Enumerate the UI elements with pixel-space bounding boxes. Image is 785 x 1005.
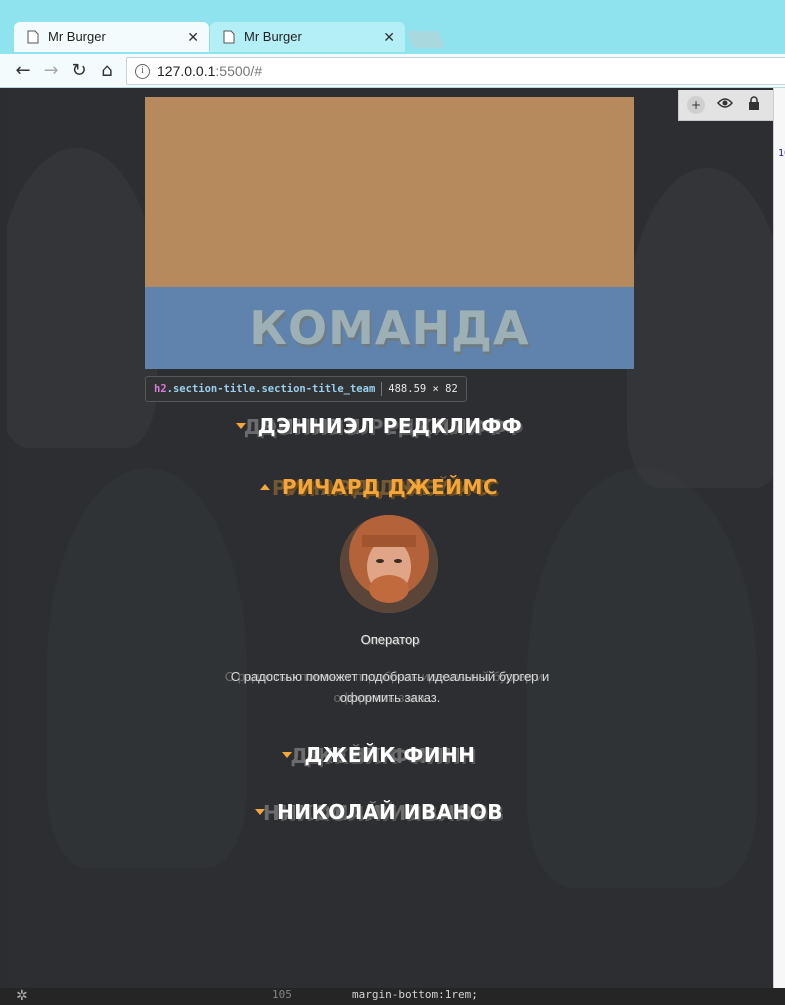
team-member-item[interactable]: РИЧАРД ДЖЕЙМС — [7, 475, 773, 499]
address-bar[interactable]: i 127.0.0.1:5500/# — [126, 57, 785, 85]
back-icon[interactable]: ← — [12, 60, 34, 82]
triangle-down-icon — [235, 423, 246, 429]
tab-label: Mr Burger — [244, 29, 302, 44]
background-photo — [7, 148, 157, 448]
team-member-item[interactable]: НИКОЛАЙ ИВАНОВ — [7, 800, 773, 824]
member-role: Оператор — [360, 632, 420, 647]
line-number: 10 — [778, 148, 785, 159]
member-avatar — [340, 515, 438, 613]
team-member-name[interactable]: ДЖЕЙК ФИНН — [282, 743, 475, 767]
team-member-item[interactable]: ДЖЕЙК ФИНН — [7, 743, 773, 767]
member-description: С радостью поможет подобрать идеальный б… — [230, 669, 550, 705]
inspect-highlight-content — [145, 97, 634, 287]
page-viewport: КОМАНДА h2.section-title.section-title_t… — [7, 88, 773, 988]
tab-mr-burger-2[interactable]: Mr Burger ✕ — [210, 22, 405, 52]
info-icon[interactable]: i — [135, 64, 150, 79]
background-photo — [627, 168, 773, 488]
triangle-down-icon — [282, 752, 293, 758]
team-member-name[interactable]: ДЭННИЭЛ РЕДКЛИФФ — [235, 414, 522, 438]
team-member-name[interactable]: НИКОЛАЙ ИВАНОВ — [254, 800, 503, 824]
close-tab-icon[interactable]: ✕ — [383, 22, 395, 52]
section-title: КОМАНДА — [249, 301, 530, 355]
triangle-up-icon — [259, 484, 270, 490]
forward-icon[interactable]: → — [40, 60, 62, 82]
page-icon — [27, 30, 39, 44]
member-photo — [340, 515, 438, 613]
inspect-tooltip: h2.section-title.section-title_team 488.5… — [145, 376, 467, 402]
editor-line-number: 105 — [272, 988, 292, 1001]
reload-icon[interactable]: ↻ — [68, 60, 90, 82]
tab-mr-burger-1[interactable]: Mr Burger ✕ — [14, 22, 209, 52]
tab-label: Mr Burger — [48, 29, 106, 44]
page-icon — [223, 30, 235, 44]
gear-icon[interactable]: ✲ — [16, 988, 28, 1004]
team-member-item[interactable]: ДЭННИЭЛ РЕДКЛИФФ — [7, 414, 773, 438]
new-tab-button[interactable] — [406, 31, 446, 48]
eye-icon[interactable] — [716, 96, 734, 114]
triangle-down-icon — [254, 809, 265, 815]
close-tab-icon[interactable]: ✕ — [187, 22, 199, 52]
editor-code-line: margin-bottom:1rem; — [352, 988, 478, 1001]
url-text: 127.0.0.1:5500/# — [157, 63, 263, 79]
add-icon[interactable]: + — [687, 96, 705, 114]
home-icon[interactable]: ⌂ — [96, 60, 118, 82]
browser-titlebar: Mr Burger ✕ Mr Burger ✕ — [0, 0, 785, 54]
team-member-name-active[interactable]: РИЧАРД ДЖЕЙМС — [259, 475, 498, 499]
editor-bottom-bar: ✲ 105 margin-bottom:1rem; — [0, 988, 785, 1005]
browser-toolbar: ← → ↻ ⌂ i 127.0.0.1:5500/# — [0, 54, 785, 88]
devtools-panel-edge: 10 — [773, 88, 785, 988]
lock-icon[interactable] — [745, 96, 763, 114]
devtools-overlay-toolbar: + — [678, 90, 773, 121]
